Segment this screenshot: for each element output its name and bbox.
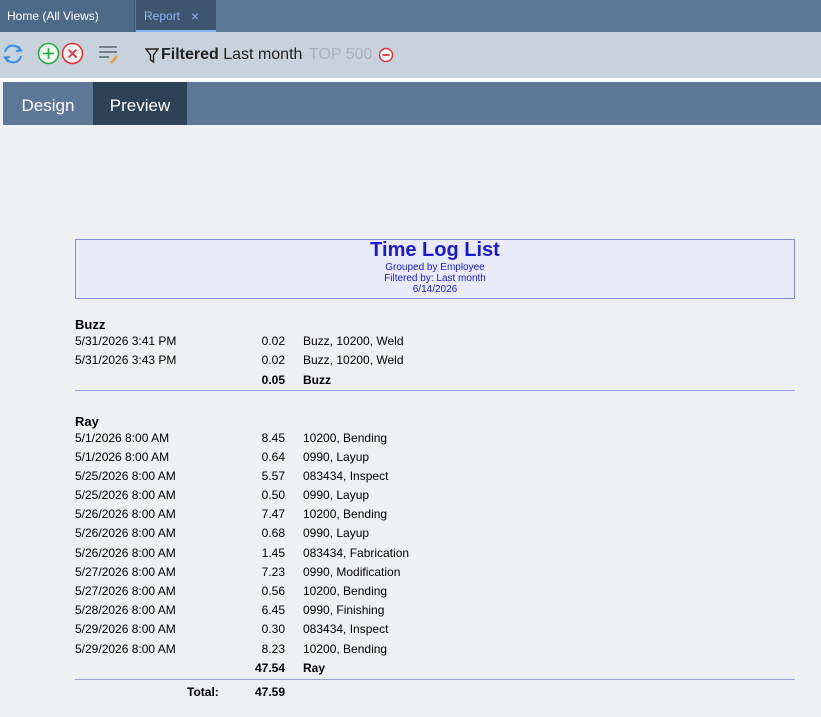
row-time: 5/26/2026 8:00 AM [75,507,176,521]
report-grouping: Grouped by Employee [385,262,485,273]
group-subtotal: 0.05 [261,373,285,387]
row-hours: 1.45 [261,546,285,560]
tab-report[interactable]: Report × [136,0,216,32]
row-description: 083434, Fabrication [303,546,410,560]
row-time: 5/28/2026 8:00 AM [75,603,176,617]
top-limit-label[interactable]: TOP 500 [309,46,372,64]
report-header: Time Log List Grouped by Employee Filter… [75,239,795,299]
group-header: Buzz [75,317,106,332]
row-hours: 0.02 [261,334,285,348]
row-time: 5/1/2026 8:00 AM [75,431,170,445]
row-description: 10200, Bending [303,584,388,598]
row-hours: 0.02 [261,353,285,367]
remove-icon[interactable] [61,42,84,70]
tab-design[interactable]: Design [3,82,93,125]
row-time: 5/29/2026 8:00 AM [75,642,176,656]
edit-columns-icon[interactable] [97,42,121,71]
row-description: 083434, Inspect [303,622,389,636]
add-icon[interactable] [37,42,60,70]
row-description: 10200, Bending [303,431,388,445]
filter-status: Filtered [161,46,219,63]
row-hours: 5.57 [261,469,285,483]
row-description: Buzz, 10200, Weld [303,334,404,348]
row-time: 5/25/2026 8:00 AM [75,488,176,502]
filter-summary: Filtered Last month [161,46,302,64]
report-preview: Time Log List Grouped by Employee Filter… [3,125,821,717]
refresh-icon[interactable] [1,42,25,71]
tab-report-label: Report [144,9,181,23]
row-time: 5/27/2026 8:00 AM [75,584,176,598]
row-hours: 8.45 [261,431,285,445]
row-hours: 0.56 [261,584,285,598]
tab-home-all-views[interactable]: Home (All Views) [0,0,135,32]
row-description: 0990, Modification [303,565,401,579]
row-time: 5/29/2026 8:00 AM [75,622,176,636]
filter-icon[interactable] [144,48,160,69]
close-icon[interactable]: × [191,0,199,33]
group-subtotal: 47.54 [254,661,285,675]
row-description: 0990, Finishing [303,603,385,617]
toolbar: Filtered Last month TOP 500 [0,32,821,78]
row-time: 5/31/2026 3:41 PM [75,334,177,348]
row-time: 5/26/2026 8:00 AM [75,546,176,560]
total-label: Total: [187,685,219,699]
row-description: 0990, Layup [303,526,370,540]
report-title: Time Log List [370,239,500,261]
row-time: 5/25/2026 8:00 AM [75,469,176,483]
group-header: Ray [75,414,99,429]
row-hours: 0.50 [261,488,285,502]
group-subtotal-label: Ray [303,661,326,675]
row-hours: 0.30 [261,622,285,636]
row-description: Buzz, 10200, Weld [303,353,404,367]
group-subtotal-label: Buzz [303,373,331,387]
report-filter: Filtered by: Last month [384,273,486,284]
row-hours: 8.23 [261,642,285,656]
row-hours: 0.64 [261,450,285,464]
row-time: 5/26/2026 8:00 AM [75,526,176,540]
tab-preview[interactable]: Preview [93,82,187,125]
row-hours: 7.47 [261,507,285,521]
row-description: 10200, Bending [303,507,388,521]
tab-home-label: Home (All Views) [7,9,99,23]
view-tab-bar: Design Preview [3,82,821,125]
row-description: 083434, Inspect [303,469,389,483]
document-tab-bar: Home (All Views) Report × [0,0,821,32]
filter-value: Last month [223,46,303,63]
row-time: 5/27/2026 8:00 AM [75,565,176,579]
row-hours: 7.23 [261,565,285,579]
group-divider [75,679,795,680]
row-description: 0990, Layup [303,488,370,502]
row-hours: 6.45 [261,603,285,617]
clear-filter-icon[interactable] [378,47,394,68]
group-divider [75,390,795,391]
row-description: 10200, Bending [303,642,388,656]
report-date: 6/14/2026 [412,284,458,295]
row-hours: 0.68 [261,526,285,540]
row-time: 5/31/2026 3:43 PM [75,353,177,367]
grand-total: 47.59 [254,685,285,699]
row-time: 5/1/2026 8:00 AM [75,450,170,464]
row-description: 0990, Layup [303,450,370,464]
